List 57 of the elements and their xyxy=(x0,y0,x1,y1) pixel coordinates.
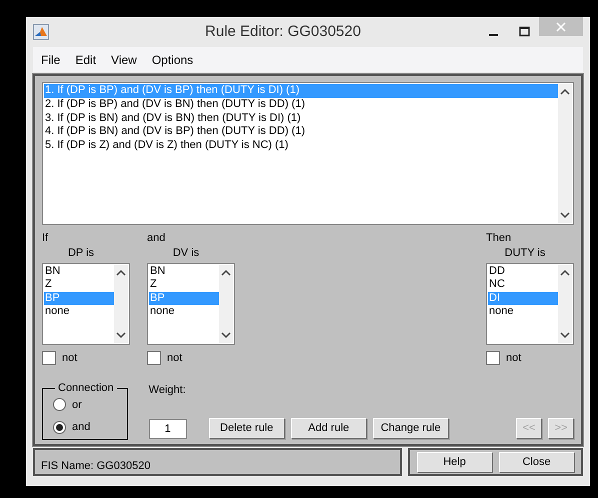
radio-button[interactable] xyxy=(53,420,66,434)
rule-item[interactable]: 3. If (DP is BN) and (DV is BN) then (DUTY is DI) (1) xyxy=(44,112,558,126)
radio-label: and xyxy=(72,420,90,435)
term-option[interactable]: none xyxy=(149,305,219,318)
fis-name-text: FIS Name: GG030520 xyxy=(41,460,150,472)
menu-item[interactable]: Edit xyxy=(75,50,96,68)
scroll-down-icon[interactable] xyxy=(221,332,231,338)
scroll-up-icon[interactable] xyxy=(116,268,126,276)
action-button[interactable]: Change rule xyxy=(372,418,449,439)
weight-field[interactable]: 1 xyxy=(148,419,187,439)
window-title: Rule Editor: GG030520 xyxy=(204,22,362,42)
clause-label: Then xyxy=(486,232,512,246)
scroll-down-icon[interactable] xyxy=(116,332,126,338)
menu-item[interactable]: View xyxy=(111,50,137,68)
variable-heading: DP is xyxy=(66,246,96,260)
maximize-icon[interactable] xyxy=(519,26,531,38)
scroll-down-icon[interactable] xyxy=(560,332,570,338)
not-label: not xyxy=(167,350,182,366)
term-listbox[interactable]: DD NC DI none xyxy=(486,262,574,344)
scroll-up-icon[interactable] xyxy=(221,268,231,276)
scroll-up-icon[interactable] xyxy=(560,268,570,276)
term-option[interactable]: Z xyxy=(149,278,219,292)
app-logo-icon xyxy=(33,24,49,40)
term-option[interactable]: BN xyxy=(44,264,114,278)
term-option[interactable]: none xyxy=(44,305,114,318)
footer-button[interactable]: Close xyxy=(498,452,574,472)
not-label: not xyxy=(506,350,522,366)
term-option[interactable]: BN xyxy=(149,264,219,278)
menu-item[interactable]: File xyxy=(41,50,60,68)
clause-label: and xyxy=(147,232,166,246)
radio-button[interactable] xyxy=(53,398,66,412)
rule-item[interactable]: 2. If (DP is BP) and (DV is BN) then (DUTY is DD) (1) xyxy=(44,98,558,112)
variable-heading: DUTY is xyxy=(504,246,546,260)
action-button[interactable]: Add rule xyxy=(290,418,367,439)
not-checkbox[interactable] xyxy=(147,350,161,365)
not-checkbox[interactable] xyxy=(486,350,500,365)
not-checkbox[interactable] xyxy=(42,350,56,365)
term-option[interactable]: DD xyxy=(488,264,558,278)
scroll-down-icon[interactable] xyxy=(560,212,570,218)
menu-item[interactable]: Options xyxy=(152,50,194,68)
scroll-up-icon[interactable] xyxy=(560,88,570,95)
clause-label: If xyxy=(42,232,50,246)
term-listbox[interactable]: BN Z BP none xyxy=(147,262,235,344)
not-label: not xyxy=(62,350,78,366)
rule-item[interactable]: 4. If (DP is BN) and (DV is BP) then (DUTY is DD) (1) xyxy=(44,125,558,140)
term-option[interactable]: none xyxy=(488,305,558,318)
action-button[interactable]: Delete rule xyxy=(208,418,285,439)
rule-listbox[interactable] xyxy=(42,82,574,224)
term-option[interactable]: NC xyxy=(488,278,558,292)
radio-label: or xyxy=(72,398,82,412)
variable-heading: DV is xyxy=(172,246,200,260)
term-listbox[interactable]: BN Z BP none xyxy=(42,262,130,344)
rule-item[interactable]: 5. If (DP is Z) and (DV is Z) then (DUTY is NC) (1) xyxy=(44,139,558,153)
term-option[interactable]: Z xyxy=(44,278,114,292)
footer-button[interactable]: Help xyxy=(416,452,492,472)
weight-label: Weight: xyxy=(148,383,187,398)
connection-label: Connection xyxy=(57,381,115,396)
